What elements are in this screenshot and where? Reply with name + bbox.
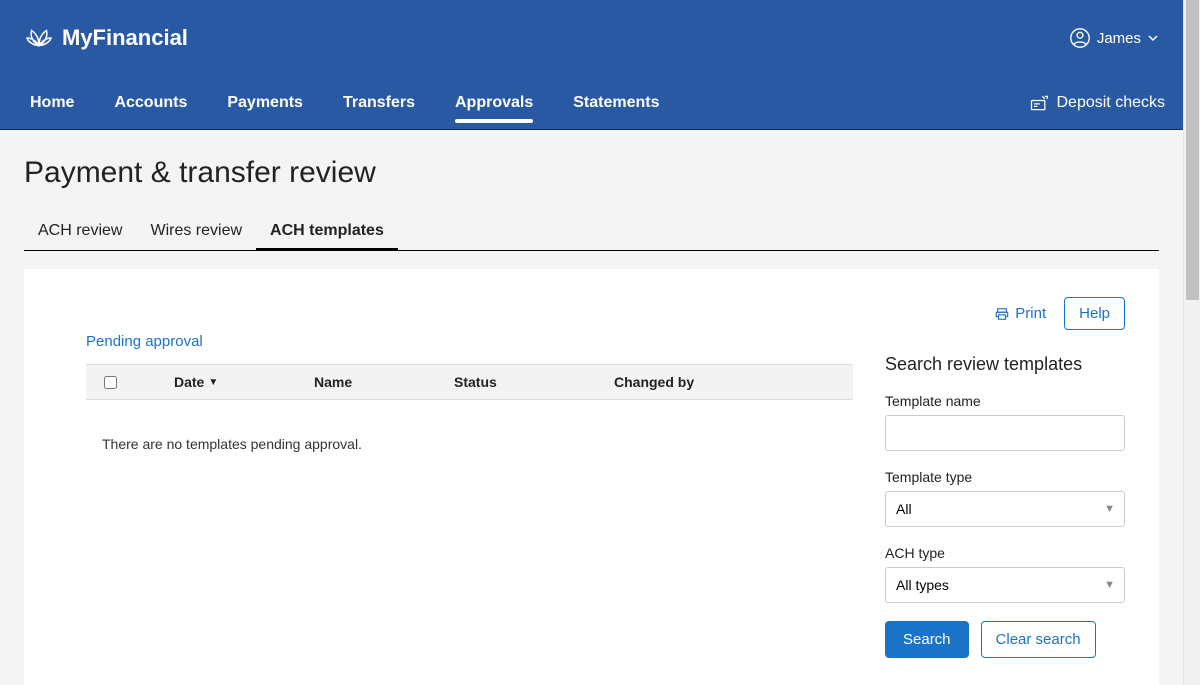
user-avatar-icon bbox=[1069, 27, 1091, 49]
column-name[interactable]: Name bbox=[314, 374, 454, 390]
tabs: ACH review Wires review ACH templates bbox=[24, 214, 1159, 251]
deposit-checks-label: Deposit checks bbox=[1057, 94, 1166, 112]
brand-logo[interactable]: MyFinancial bbox=[24, 23, 188, 53]
template-name-label: Template name bbox=[885, 393, 1125, 409]
nav-statements[interactable]: Statements bbox=[553, 76, 679, 129]
sort-desc-icon: ▼ bbox=[208, 377, 218, 388]
lotus-icon bbox=[24, 23, 54, 53]
column-changed-by[interactable]: Changed by bbox=[614, 374, 853, 390]
clear-search-button[interactable]: Clear search bbox=[981, 621, 1096, 658]
empty-message: There are no templates pending approval. bbox=[86, 400, 853, 452]
nav-transfers[interactable]: Transfers bbox=[323, 76, 435, 129]
column-status[interactable]: Status bbox=[454, 374, 614, 390]
table-header: Date ▼ Name Status Changed by bbox=[86, 364, 853, 400]
deposit-checks-link[interactable]: Deposit checks bbox=[1029, 93, 1166, 113]
template-type-select[interactable] bbox=[885, 491, 1125, 527]
select-all-cell bbox=[86, 376, 134, 389]
print-icon bbox=[995, 307, 1009, 321]
column-date[interactable]: Date ▼ bbox=[134, 374, 314, 390]
template-type-label: Template type bbox=[885, 469, 1125, 485]
user-menu[interactable]: James bbox=[1069, 27, 1159, 49]
content-panel: Pending approval Date ▼ Name Status bbox=[24, 269, 1159, 685]
ach-type-label: ACH type bbox=[885, 545, 1125, 561]
panel-left: Pending approval Date ▼ Name Status bbox=[58, 297, 853, 661]
print-label: Print bbox=[1015, 305, 1046, 322]
main-content: Payment & transfer review ACH review Wir… bbox=[0, 130, 1183, 685]
page-title: Payment & transfer review bbox=[24, 156, 1159, 190]
tab-ach-templates[interactable]: ACH templates bbox=[256, 214, 398, 250]
nav-payments[interactable]: Payments bbox=[207, 76, 323, 129]
user-name: James bbox=[1097, 30, 1141, 47]
template-name-input[interactable] bbox=[885, 415, 1125, 451]
panel-right: Print Help Search review templates Templ… bbox=[885, 297, 1125, 661]
vertical-scrollbar[interactable]: ▲ bbox=[1183, 0, 1200, 685]
select-all-checkbox[interactable] bbox=[104, 376, 117, 389]
deposit-check-icon bbox=[1029, 93, 1049, 113]
pending-approval-link[interactable]: Pending approval bbox=[86, 333, 203, 350]
search-button[interactable]: Search bbox=[885, 621, 969, 658]
topbar: MyFinancial James bbox=[0, 0, 1183, 76]
nav-home[interactable]: Home bbox=[18, 76, 94, 129]
tab-wires-review[interactable]: Wires review bbox=[136, 214, 256, 250]
print-link[interactable]: Print bbox=[995, 305, 1046, 322]
nav-approvals[interactable]: Approvals bbox=[435, 76, 553, 129]
scrollbar-thumb[interactable] bbox=[1186, 0, 1199, 300]
column-date-label: Date bbox=[174, 374, 204, 390]
toolbar-row: Print Help bbox=[885, 297, 1125, 330]
ach-type-select[interactable] bbox=[885, 567, 1125, 603]
nav-accounts[interactable]: Accounts bbox=[94, 76, 207, 129]
tab-ach-review[interactable]: ACH review bbox=[24, 214, 136, 250]
help-button[interactable]: Help bbox=[1064, 297, 1125, 330]
brand-text: MyFinancial bbox=[62, 25, 188, 51]
navbar: Home Accounts Payments Transfers Approva… bbox=[0, 76, 1183, 130]
nav-left: Home Accounts Payments Transfers Approva… bbox=[18, 76, 680, 129]
chevron-down-icon bbox=[1147, 32, 1159, 44]
search-title: Search review templates bbox=[885, 354, 1125, 375]
